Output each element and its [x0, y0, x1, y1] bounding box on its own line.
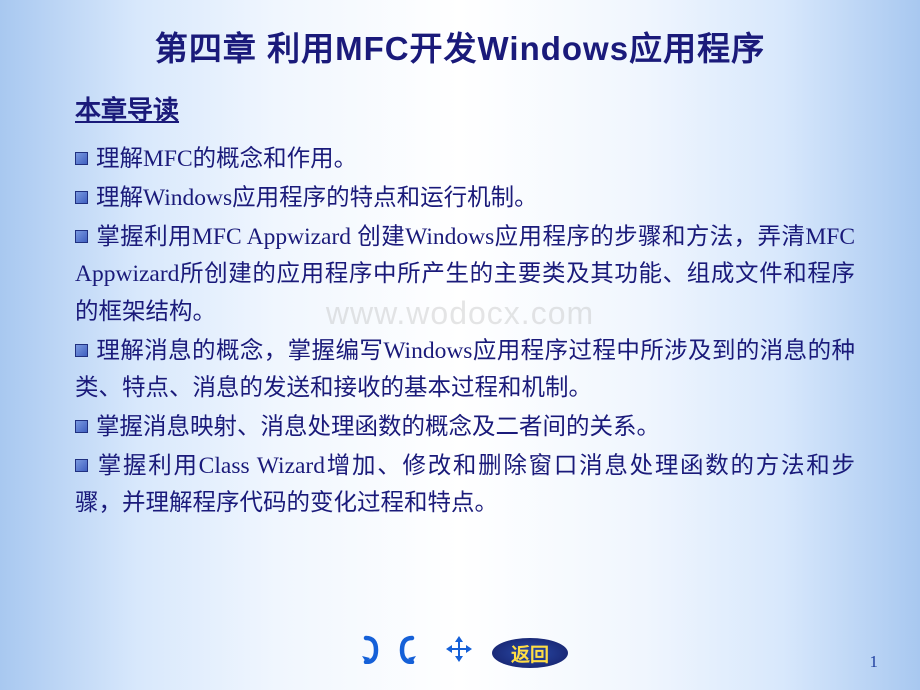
bullet-text: 掌握利用MFC Appwizard 创建Windows应用程序的步骤和方法，弄清…: [75, 224, 855, 324]
chapter-title: 第四章 利用MFC开发Windows应用程序: [0, 0, 920, 90]
section-subtitle: 本章导读: [75, 90, 855, 127]
content-area: 本章导读 理解MFC的概念和作用。 理解Windows应用程序的特点和运行机制。…: [0, 90, 920, 522]
bullet-text: 理解消息的概念，掌握编写Windows应用程序过程中所涉及到的消息的种类、特点、…: [75, 338, 855, 401]
bullet-text: 掌握消息映射、消息处理函数的概念及二者间的关系。: [96, 414, 660, 440]
navigation-bar: 返回: [0, 634, 920, 672]
bullet-text: 理解Windows应用程序的特点和运行机制。: [96, 185, 538, 211]
bullet-text: 理解MFC的概念和作用。: [96, 146, 357, 172]
bullet-text: 掌握利用Class Wizard增加、修改和删除窗口消息处理函数的方法和步骤，并…: [75, 453, 855, 516]
list-item: 理解消息的概念，掌握编写Windows应用程序过程中所涉及到的消息的种类、特点、…: [75, 333, 855, 407]
redo-icon[interactable]: [398, 634, 426, 672]
list-item: 掌握利用MFC Appwizard 创建Windows应用程序的步骤和方法，弄清…: [75, 219, 855, 330]
bullet-icon: [75, 230, 88, 243]
list-item: 理解Windows应用程序的特点和运行机制。: [75, 180, 855, 217]
bullet-icon: [75, 152, 88, 165]
bullet-icon: [75, 459, 88, 472]
bullet-icon: [75, 344, 88, 357]
list-item: 理解MFC的概念和作用。: [75, 141, 855, 178]
bullet-icon: [75, 191, 88, 204]
back-button[interactable]: 返回: [492, 638, 568, 668]
list-item: 掌握消息映射、消息处理函数的概念及二者间的关系。: [75, 409, 855, 446]
list-item: 掌握利用Class Wizard增加、修改和删除窗口消息处理函数的方法和步骤，并…: [75, 448, 855, 522]
page-number: 1: [870, 652, 879, 672]
bullet-icon: [75, 420, 88, 433]
move-icon[interactable]: [444, 634, 474, 672]
undo-icon[interactable]: [352, 634, 380, 672]
